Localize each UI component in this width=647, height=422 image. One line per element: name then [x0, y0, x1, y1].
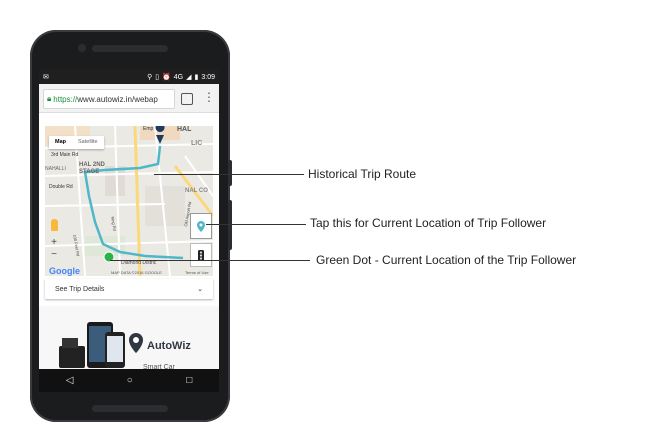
google-logo-text: Google: [49, 266, 80, 276]
callout-historical-route: Historical Trip Route: [308, 167, 417, 181]
lock-icon: 🔒︎: [47, 94, 52, 103]
mail-icon: ✉: [43, 74, 49, 81]
map-attribution: MAP DATA ©2016 GOOGLE: [111, 270, 162, 275]
clock: 3:09: [201, 73, 215, 81]
url-field[interactable]: 🔒︎ https:// www.autowiz.in/webap: [43, 89, 175, 109]
network-type: 4G: [173, 73, 184, 81]
phone-screen: ✉ ⚲ ▯ ⏰ 4G ◢ ▮ 3:09 🔒︎ https:// www.auto…: [39, 70, 219, 392]
map-type-map-button[interactable]: Map: [49, 136, 72, 149]
tabs-button[interactable]: [181, 93, 193, 105]
callout-green-dot: Green Dot - Current Location of the Trip…: [316, 253, 577, 267]
status-bar: ✉ ⚲ ▯ ⏰ 4G ◢ ▮ 3:09: [39, 70, 219, 84]
map-label: 3rd Main Rd: [51, 152, 79, 158]
terms-of-use-link[interactable]: Terms of Use: [185, 270, 209, 275]
vibrate-icon: ▯: [155, 74, 160, 81]
current-location-button[interactable]: [190, 213, 212, 239]
browser-address-bar: 🔒︎ https:// www.autowiz.in/webap ⋮: [39, 84, 219, 113]
trip-details-label: See Trip Details: [55, 285, 105, 293]
volume-key: [228, 200, 232, 250]
street-view-pegman-icon[interactable]: [51, 219, 58, 231]
map-label: Double Rd: [49, 184, 73, 190]
location-pin-icon: [197, 220, 205, 232]
map-type-satellite-button[interactable]: Satellite: [72, 136, 104, 149]
callout-line-route: [154, 174, 304, 175]
traffic-button[interactable]: [190, 243, 212, 267]
callout-line-green-dot: [110, 260, 310, 261]
promo-banner: [39, 306, 219, 376]
callout-line-location-button: [206, 224, 306, 225]
recents-icon[interactable]: □: [186, 375, 192, 386]
brand-name: AutoWiz: [147, 340, 191, 352]
map-label: HAL 2ND STAGE: [79, 162, 105, 175]
signal-icon: ◢: [186, 74, 192, 81]
status-right: ⚲ ▯ ⏰ 4G ◢ ▮ 3:09: [147, 73, 215, 82]
map-label: HAL: [177, 126, 192, 133]
chevron-down-icon: ⌄: [197, 286, 203, 293]
callout-current-location-button: Tap this for Current Location of Trip Fo…: [310, 216, 547, 230]
bottom-speaker: [92, 405, 168, 412]
battery-icon: ▮: [194, 74, 199, 81]
autowiz-logo-icon: [129, 333, 143, 353]
zoom-out-button[interactable]: −: [49, 250, 59, 260]
url-host: www.autowiz.in/webap: [77, 94, 158, 104]
trip-map[interactable]: Emp HAL LIC 3rd Main Rd HAL 2ND STAGE NA…: [45, 126, 213, 276]
map-label: NAL CO: [185, 188, 208, 194]
alarm-icon: ⏰: [162, 74, 171, 81]
home-icon[interactable]: ○: [127, 375, 133, 386]
map-label: NAHALLI: [45, 166, 66, 172]
see-trip-details-dropdown[interactable]: See Trip Details ⌄: [45, 279, 213, 299]
url-scheme: https://: [53, 94, 78, 104]
zoom-in-button[interactable]: +: [49, 238, 59, 248]
android-nav-bar: ◁ ○ □: [39, 369, 219, 392]
map-type-toggle: Map Satellite: [49, 136, 104, 149]
traffic-light-icon: [198, 249, 204, 261]
overflow-menu-icon[interactable]: ⋮: [203, 90, 215, 106]
top-speaker: [92, 45, 168, 52]
location-status-icon: ⚲: [147, 74, 153, 81]
map-label: LIC: [191, 140, 203, 147]
map-label: Emp: [143, 126, 154, 132]
back-icon[interactable]: ◁: [66, 375, 74, 386]
front-camera: [78, 44, 86, 52]
google-logo: Google: [49, 266, 80, 276]
power-key: [228, 160, 232, 186]
